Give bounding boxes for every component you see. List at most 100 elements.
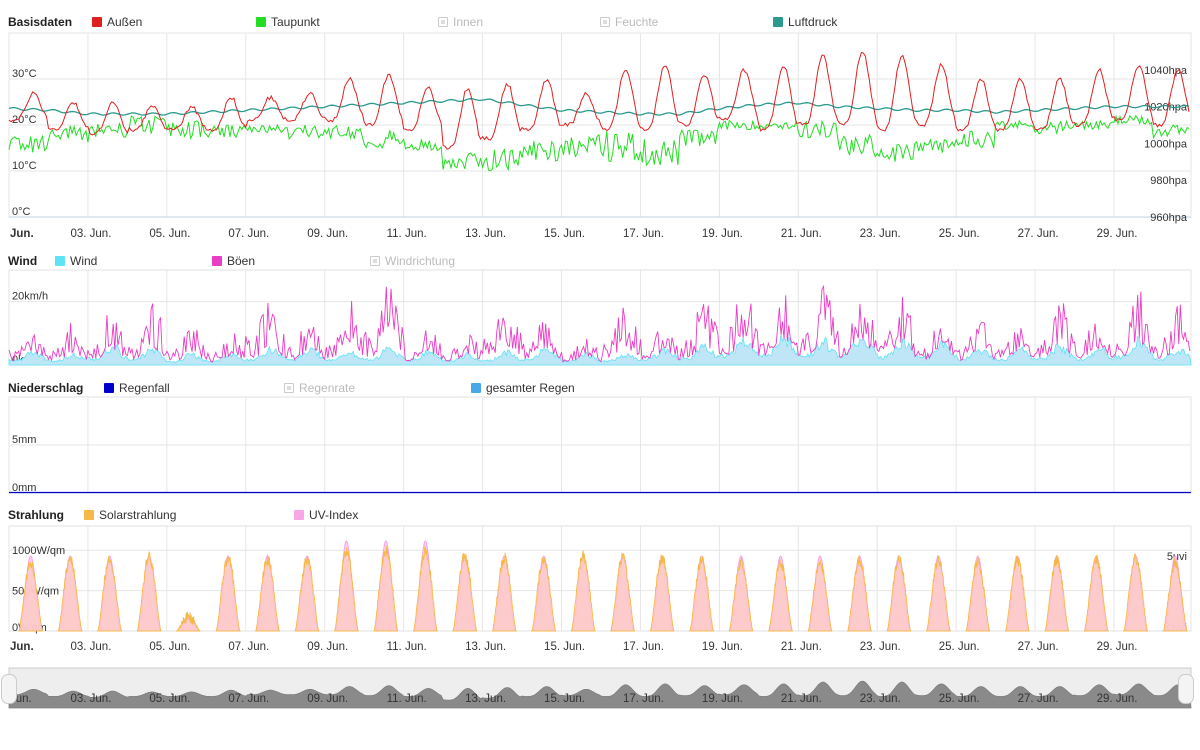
legend-label: Regenrate <box>299 381 356 395</box>
y-left-tick-label: 0°C <box>12 206 31 218</box>
y-right-tick-label: 1000hpa <box>1144 138 1188 150</box>
basis-x-label: 09. Jun. <box>307 228 348 240</box>
navigator-x-label: 07. Jun. <box>228 693 269 705</box>
solar-x-label: 09. Jun. <box>307 641 348 653</box>
navigator-x-label: 23. Jun. <box>860 693 901 705</box>
navigator-x-label: 25. Jun. <box>939 693 980 705</box>
navigator-x-label: 15. Jun. <box>544 693 585 705</box>
basis-x-label: 23. Jun. <box>860 228 901 240</box>
basis-x-label: 19. Jun. <box>702 228 743 240</box>
navigator-x-label: 17. Jun. <box>623 693 664 705</box>
legend-swatch <box>55 256 65 266</box>
basis-x-label: 03. Jun. <box>70 228 111 240</box>
panel-title-wind: Wind <box>8 254 38 268</box>
legend-label: Solarstrahlung <box>99 508 177 522</box>
solar-x-label: 29. Jun. <box>1097 641 1138 653</box>
legend-label: Luftdruck <box>788 15 838 29</box>
basis-x-label: 17. Jun. <box>623 228 664 240</box>
legend-label: Regenfall <box>119 381 170 395</box>
basis-x-label: 15. Jun. <box>544 228 585 240</box>
legend-label: gesamter Regen <box>486 381 575 395</box>
legend-label: Böen <box>227 254 256 268</box>
legend-swatch <box>84 510 94 520</box>
legend-label: Windrichtung <box>385 254 456 268</box>
legend-swatch <box>212 256 222 266</box>
panel-title-niederschlag: Niederschlag <box>8 381 84 395</box>
solar-x-label-first: Jun. <box>10 641 34 653</box>
panel-title-basisdaten: Basisdaten <box>8 15 73 29</box>
legend-basisdaten: Basisdaten Außen Taupunkt Innen Feuchte … <box>0 13 1200 31</box>
legend-item-regenrate[interactable]: Regenrate <box>284 381 355 395</box>
legend-label: Wind <box>70 254 98 268</box>
y-left-tick-label: 20km/h <box>12 291 48 303</box>
solar-x-label: 17. Jun. <box>623 641 664 653</box>
chart-strahlung[interactable]: 1000W/qm500W/qm0W/qm5uvi0uviJun.03. Jun.… <box>0 524 1200 659</box>
legend-item-taupunkt[interactable]: Taupunkt <box>256 15 320 29</box>
navigator-right-handle[interactable] <box>1178 674 1194 704</box>
legend-swatch <box>471 383 481 393</box>
legend-item-regenfall[interactable]: Regenfall <box>104 381 170 395</box>
navigator[interactable]: Jun. 03. Jun. 05. Jun. 07. Jun. 09. Jun. 11. … <box>0 666 1200 711</box>
basis-x-label: 21. Jun. <box>781 228 822 240</box>
legend-label: Innen <box>453 15 484 29</box>
chart-wind[interactable]: 20km/h0km/h <box>0 269 1200 370</box>
legend-label: Feuchte <box>615 15 659 29</box>
legend-item-luftdruck[interactable]: Luftdruck <box>773 15 837 29</box>
solar-x-label: 15. Jun. <box>544 641 585 653</box>
basis-x-label: 11. Jun. <box>387 228 427 240</box>
navigator-x-label: 03. Jun. <box>70 693 111 705</box>
navigator-x-label: 29. Jun. <box>1097 693 1138 705</box>
navigator-x-label: 05. Jun. <box>149 693 190 705</box>
legend-strahlung: Strahlung Solarstrahlung UV-Index <box>0 506 1200 524</box>
solar-x-label: 13. Jun. <box>465 641 506 653</box>
legend-swatch <box>294 510 304 520</box>
legend-item-uv-index[interactable]: UV-Index <box>294 508 358 522</box>
y-right-tick-label: 960hpa <box>1150 212 1188 224</box>
solar-x-label: 07. Jun. <box>228 641 269 653</box>
legend-label: Taupunkt <box>271 15 320 29</box>
legend-swatch <box>438 17 448 27</box>
legend-item-windrichtung[interactable]: Windrichtung <box>370 254 455 268</box>
legend-label: UV-Index <box>309 508 359 522</box>
basis-x-label: 27. Jun. <box>1018 228 1059 240</box>
navigator-x-label: 13. Jun. <box>465 693 506 705</box>
navigator-x-label: 27. Jun. <box>1018 693 1059 705</box>
y-left-tick-label: 30°C <box>12 68 37 80</box>
solar-x-label: 05. Jun. <box>149 641 190 653</box>
legend-wind: Wind Wind Böen Windrichtung <box>0 252 1200 270</box>
solar-x-label: 27. Jun. <box>1018 641 1059 653</box>
solar-x-label: 25. Jun. <box>939 641 980 653</box>
legend-swatch <box>256 17 266 27</box>
navigator-x-label: 09. Jun. <box>307 693 348 705</box>
solar-x-label: 03. Jun. <box>70 641 111 653</box>
legend-item-feuchte[interactable]: Feuchte <box>600 15 658 29</box>
legend-swatch <box>284 383 294 393</box>
basis-x-label: 25. Jun. <box>939 228 980 240</box>
panel-title-strahlung: Strahlung <box>8 508 64 522</box>
basis-x-label-first: Jun. <box>10 228 34 240</box>
y-right-tick-label: 980hpa <box>1150 175 1188 187</box>
legend-item-innen[interactable]: Innen <box>438 15 483 29</box>
solar-x-label: 21. Jun. <box>781 641 822 653</box>
legend-swatch <box>104 383 114 393</box>
legend-item-aussen[interactable]: Außen <box>92 15 142 29</box>
solar-x-label: 11. Jun. <box>387 641 427 653</box>
legend-swatch <box>370 256 380 266</box>
basis-x-label: 13. Jun. <box>465 228 506 240</box>
basis-x-label: 07. Jun. <box>228 228 269 240</box>
legend-niederschlag: Niederschlag Regenfall Regenrate gesamte… <box>0 379 1200 397</box>
legend-item-wind[interactable]: Wind <box>55 254 97 268</box>
legend-label: Außen <box>107 15 143 29</box>
navigator-left-handle[interactable] <box>1 674 17 704</box>
navigator-x-label: 19. Jun. <box>702 693 743 705</box>
y-left-tick-label: 5mm <box>12 434 36 446</box>
y-left-tick-label: 1000W/qm <box>12 545 65 557</box>
legend-item-gesamter-regen[interactable]: gesamter Regen <box>471 381 575 395</box>
chart-niederschlag[interactable]: 5mm0mm <box>0 396 1200 497</box>
legend-item-boeen[interactable]: Böen <box>212 254 255 268</box>
legend-item-solarstrahlung[interactable]: Solarstrahlung <box>84 508 176 522</box>
navigator-x-label: 21. Jun. <box>781 693 822 705</box>
legend-swatch <box>600 17 610 27</box>
y-left-tick-label: 10°C <box>12 160 37 172</box>
chart-basisdaten[interactable]: 30°C20°C10°C0°C1040hpa1020hpa1000hpa980h… <box>0 31 1200 246</box>
